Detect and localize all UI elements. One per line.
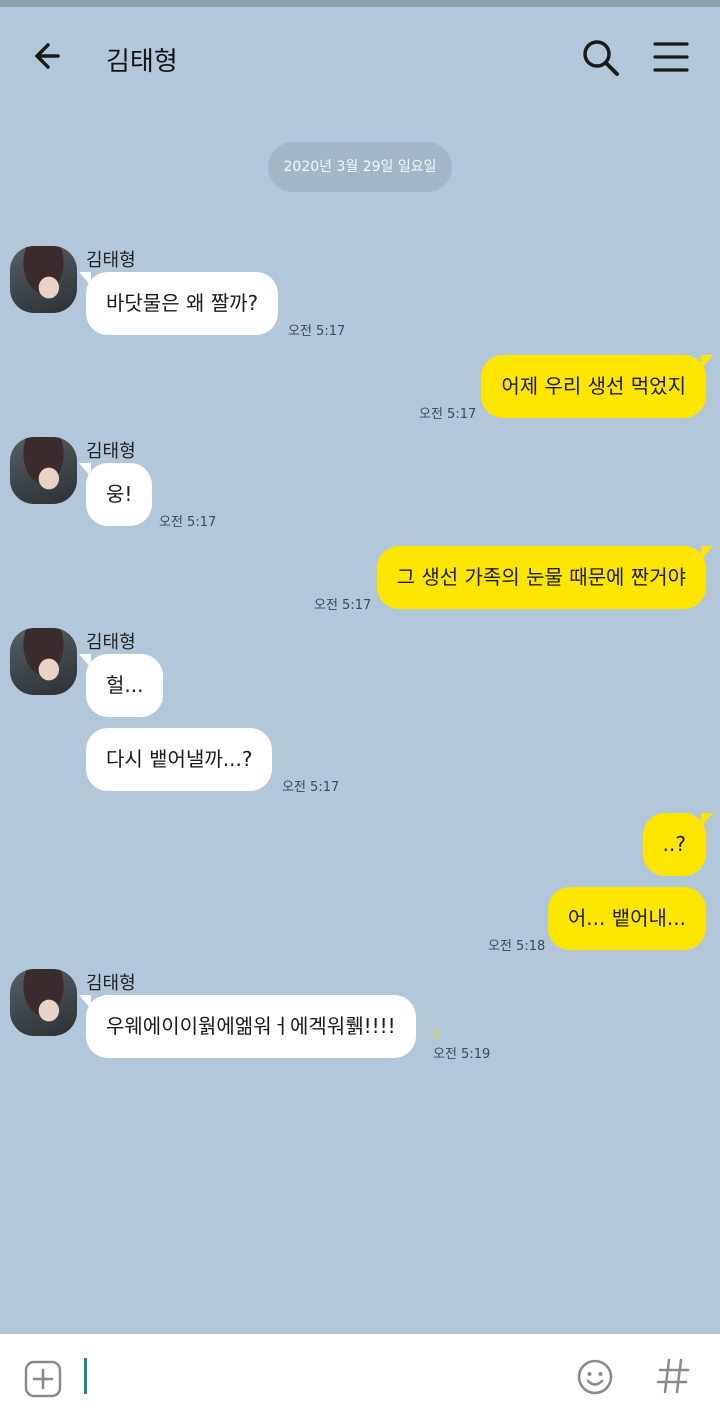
- avatar[interactable]: [10, 628, 77, 695]
- emoji-button[interactable]: [576, 1358, 614, 1396]
- back-button[interactable]: [28, 37, 72, 77]
- message-bubble-incoming[interactable]: 다시 뱉어낼까...?: [86, 728, 273, 791]
- sender-name: 김태형: [86, 632, 136, 653]
- chat-header: 김태형: [0, 7, 720, 107]
- sender-name: 김태형: [86, 973, 136, 994]
- message-bubble-incoming[interactable]: 웅!: [78, 463, 153, 526]
- message-bubble-incoming[interactable]: 헐...: [78, 654, 164, 717]
- message-bubble-outgoing[interactable]: 어... 뱉어내...: [547, 887, 706, 950]
- arrow-left-icon: [35, 43, 60, 69]
- message-time: 오전 5:19: [433, 1047, 491, 1062]
- message-input-bar: [0, 1334, 720, 1419]
- message-bubble-outgoing[interactable]: 그 생선 가족의 눈물 때문에 짠거야: [376, 546, 714, 609]
- message-bubble-incoming[interactable]: 우웨에이이웕에엚워ㅓ에겍워뤩!!!!: [79, 995, 416, 1058]
- date-divider: 2020년 3월 29일 일요일: [268, 142, 452, 192]
- search-button[interactable]: [579, 35, 623, 79]
- status-bar-strip: [0, 0, 720, 7]
- hashtag-icon: [656, 1358, 690, 1394]
- message-time: 오전 5:17: [419, 407, 477, 422]
- emoji-icon: [577, 1359, 613, 1395]
- message-bubble-incoming[interactable]: 바닷물은 왜 짤까?: [78, 272, 279, 335]
- avatar[interactable]: [10, 437, 77, 504]
- message-input[interactable]: [84, 1358, 554, 1396]
- avatar[interactable]: [10, 246, 77, 313]
- message-time: 오전 5:17: [288, 324, 346, 339]
- hamburger-menu-icon: [653, 42, 689, 72]
- message-bubble-outgoing[interactable]: ..?: [642, 813, 714, 876]
- plus-icon: [24, 1360, 62, 1398]
- avatar[interactable]: [10, 969, 77, 1036]
- message-time: 오전 5:17: [282, 780, 340, 795]
- message-time: 오전 5:17: [159, 515, 217, 530]
- sender-name: 김태형: [86, 250, 136, 271]
- attach-button[interactable]: [24, 1360, 62, 1398]
- menu-button[interactable]: [651, 37, 691, 77]
- sender-name: 김태형: [86, 441, 136, 462]
- text-caret: [84, 1358, 87, 1394]
- chat-title: 김태형: [106, 47, 178, 77]
- search-icon: [583, 40, 619, 76]
- unread-count-badge: 1: [433, 1027, 441, 1041]
- hashtag-button[interactable]: [655, 1354, 691, 1398]
- message-bubble-outgoing[interactable]: 어제 우리 생선 먹었지: [481, 355, 713, 418]
- message-time: 오전 5:17: [314, 598, 372, 613]
- message-time: 오전 5:18: [488, 939, 546, 954]
